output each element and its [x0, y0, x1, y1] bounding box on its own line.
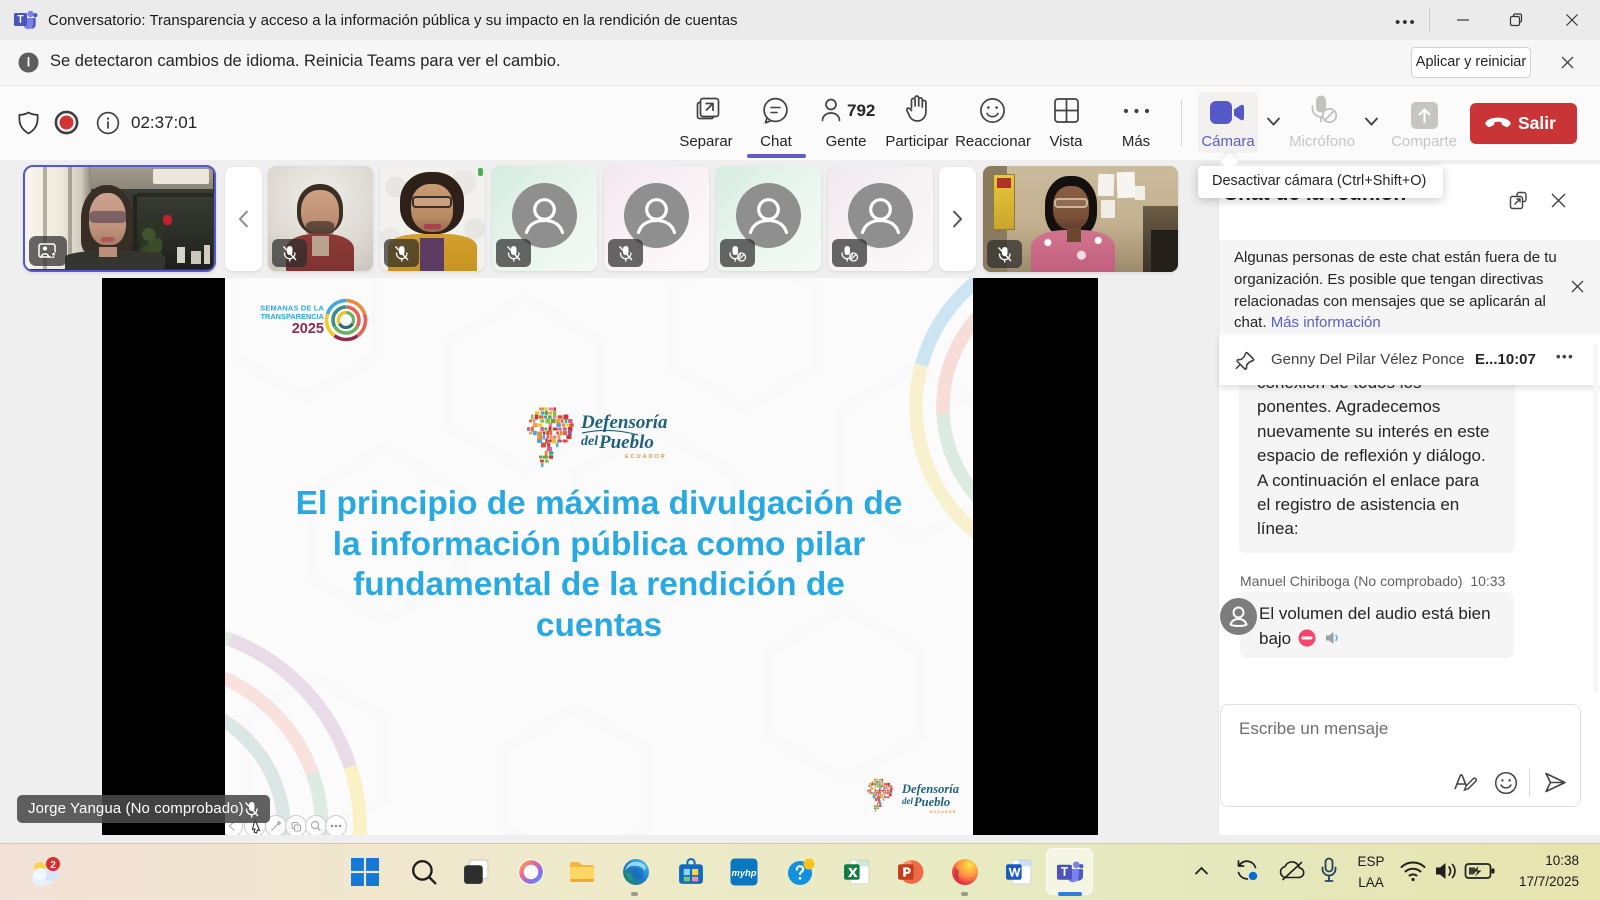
svg-text:2025: 2025	[292, 321, 324, 337]
svg-text:Pueblo: Pueblo	[598, 432, 654, 453]
svg-text:Pueblo: Pueblo	[914, 795, 950, 809]
svg-text:Defensoría: Defensoría	[901, 782, 959, 796]
svg-text:ECUADOR: ECUADOR	[625, 454, 667, 460]
svg-text:2: 2	[50, 860, 56, 871]
svg-text:ECUADOR: ECUADOR	[930, 810, 957, 814]
svg-text:del: del	[902, 796, 913, 806]
svg-text:myhp: myhp	[732, 868, 757, 878]
svg-text:del: del	[581, 434, 598, 449]
svg-text:TRANSPARENCIA: TRANSPARENCIA	[260, 312, 324, 321]
svg-text:Defensoría: Defensoría	[580, 412, 668, 433]
